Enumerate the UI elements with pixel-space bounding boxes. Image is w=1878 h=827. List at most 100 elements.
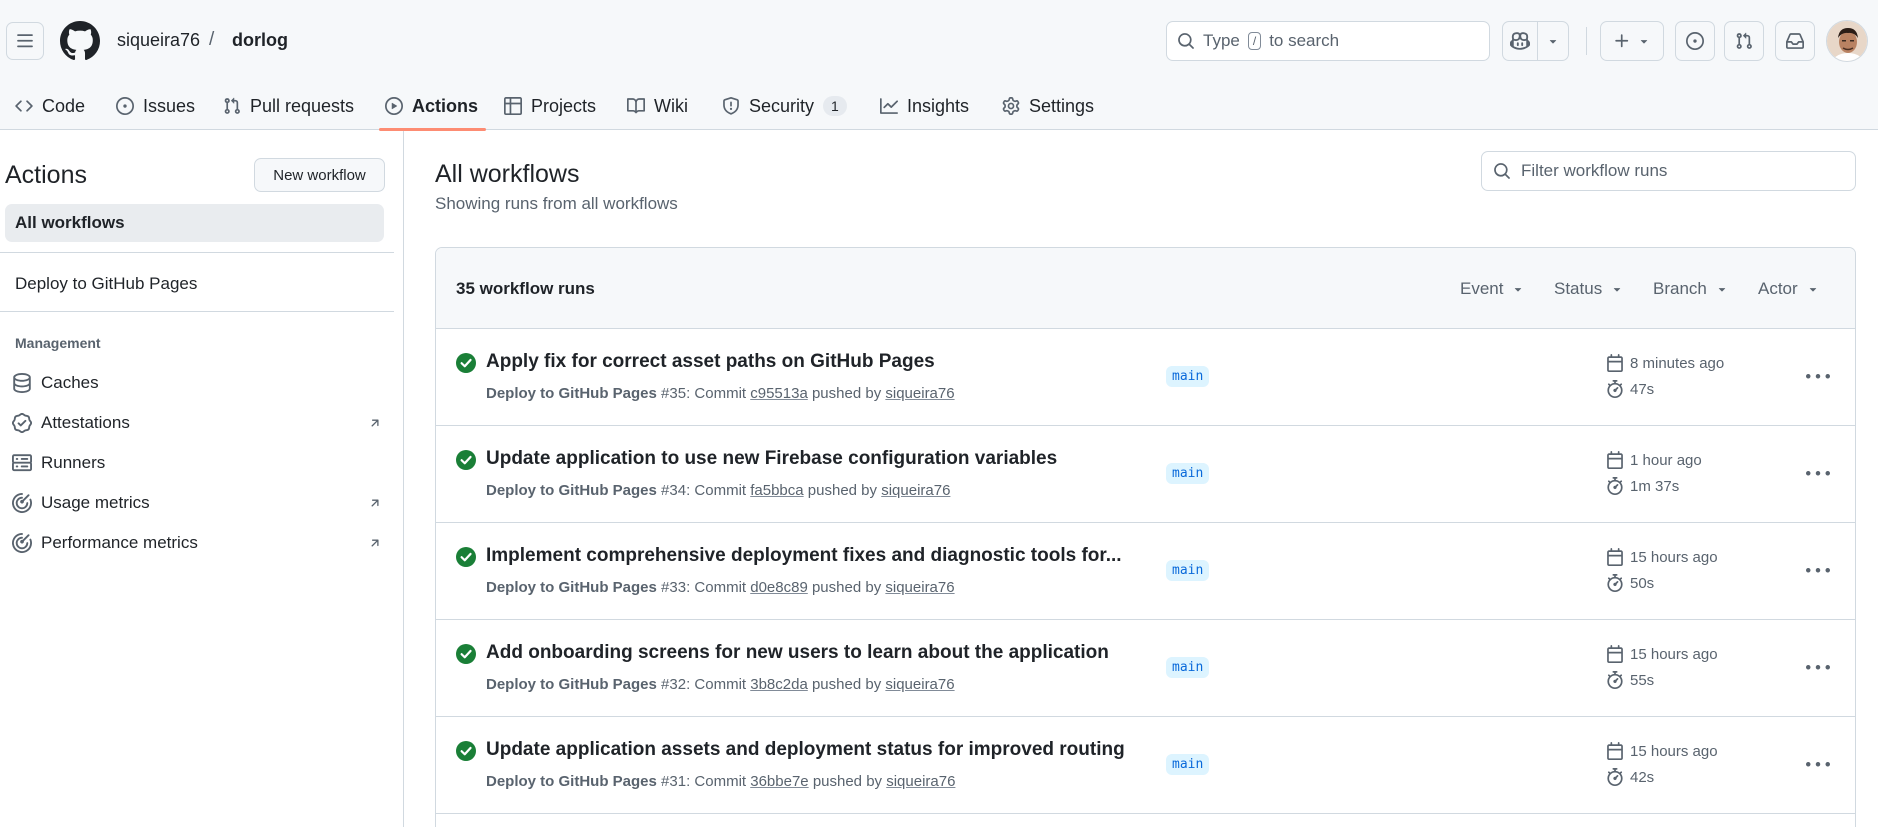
workflow-run-row[interactable]: Update application to use new Firebase c… (436, 426, 1855, 523)
meter-icon (12, 493, 32, 513)
run-duration-value: 47s (1630, 380, 1655, 398)
sidebar-divider (0, 252, 394, 253)
run-commit-sha[interactable]: 36bbe7e (750, 773, 808, 790)
branch-badge[interactable]: main (1166, 463, 1210, 484)
tab-insights[interactable]: Insights (880, 82, 969, 130)
run-meta: Deploy to GitHub Pages #35: Commit c9551… (486, 385, 955, 402)
run-meta: Deploy to GitHub Pages #31: Commit 36bbe… (486, 773, 955, 790)
tab-insights-label: Insights (907, 95, 970, 116)
workflow-run-row[interactable]: Apply fix for correct asset paths on Git… (436, 329, 1855, 426)
run-commit-sha[interactable]: 3b8c2da (750, 676, 808, 693)
event-filter-dropdown[interactable]: Event (1460, 279, 1525, 299)
run-commit-sha[interactable]: fa5bbca (750, 482, 803, 499)
tab-pull-requests[interactable]: Pull requests (223, 82, 354, 130)
workflow-run-row[interactable]: Update application assets and deployment… (436, 717, 1855, 814)
sidebar-item-all-workflows[interactable]: All workflows (5, 204, 384, 242)
branch-badge[interactable]: main (1166, 560, 1210, 581)
run-commit-sha[interactable]: c95513a (750, 385, 808, 402)
copilot-button[interactable] (1502, 21, 1538, 61)
run-actor[interactable]: siqueira76 (885, 579, 954, 596)
workflow-run-row[interactable]: Implement comprehensive deployment fixes… (436, 523, 1855, 620)
tab-settings[interactable]: Settings (1002, 82, 1094, 130)
run-actor[interactable]: siqueira76 (885, 676, 954, 693)
run-actor[interactable]: siqueira76 (885, 385, 954, 402)
search-input[interactable]: Type / to search (1166, 21, 1490, 61)
actor-filter-dropdown[interactable]: Actor (1758, 279, 1820, 299)
tab-security[interactable]: Security 1 (722, 82, 847, 130)
gear-icon (1002, 97, 1020, 115)
run-title[interactable]: Implement comprehensive deployment fixes… (486, 545, 1122, 567)
sidebar-item-usage-metrics[interactable]: Usage metrics (12, 488, 382, 518)
run-pushed-by: pushed by (812, 773, 883, 790)
tab-code-label: Code (42, 95, 86, 116)
kebab-horizontal-icon[interactable] (1806, 462, 1830, 486)
branch-filter-dropdown[interactable]: Branch (1653, 279, 1729, 299)
run-meta: Deploy to GitHub Pages #32: Commit 3b8c2… (486, 676, 955, 693)
run-actor[interactable]: siqueira76 (881, 482, 950, 499)
new-workflow-button[interactable]: New workflow (254, 158, 385, 192)
calendar-icon (1607, 645, 1623, 663)
breadcrumb-owner[interactable]: siqueira76 (117, 30, 200, 51)
run-duration-value: 55s (1630, 671, 1655, 689)
sidebar-item-performance-metrics[interactable]: Performance metrics (12, 528, 382, 558)
tab-projects-label: Projects (531, 95, 597, 116)
run-duration: 55s (1606, 671, 1654, 689)
tab-issues[interactable]: Issues (116, 82, 195, 130)
run-date: 8 minutes ago (1606, 354, 1724, 372)
tab-actions[interactable]: Actions (378, 82, 487, 131)
top-bar: siqueira76 / dorlog Type / to search (0, 0, 1878, 82)
notifications-button[interactable] (1775, 21, 1815, 61)
run-duration: 1m 37s (1606, 477, 1679, 495)
run-when: 15 hours ago (1630, 548, 1718, 566)
workflow-run-row[interactable]: Add onboarding screens for new users to … (436, 620, 1855, 717)
search-icon (1178, 33, 1194, 49)
hamburger-icon (17, 34, 33, 48)
run-actor[interactable]: siqueira76 (886, 773, 955, 790)
sidebar-item-caches[interactable]: Caches (12, 368, 382, 398)
branch-badge[interactable]: main (1166, 366, 1210, 387)
run-commit-label: : Commit (686, 579, 747, 596)
breadcrumb-repo[interactable]: dorlog (232, 30, 288, 51)
tab-pull-requests-label: Pull requests (250, 95, 355, 116)
pull-request-icon (224, 97, 240, 114)
tab-wiki[interactable]: Wiki (627, 82, 688, 130)
triangle-down-icon (1549, 40, 1557, 44)
triangle-down-icon (1640, 40, 1648, 44)
run-title[interactable]: Add onboarding screens for new users to … (486, 642, 1109, 664)
kebab-horizontal-icon[interactable] (1806, 365, 1830, 389)
menu-button[interactable] (6, 22, 44, 60)
create-new-button[interactable] (1600, 21, 1664, 61)
security-count-badge: 1 (823, 96, 847, 116)
app-header: siqueira76 / dorlog Type / to search Cod… (0, 0, 1878, 131)
server-icon (12, 454, 32, 472)
filter-workflow-runs-input[interactable]: Filter workflow runs (1481, 151, 1856, 191)
your-pull-requests-button[interactable] (1724, 21, 1764, 61)
kebab-horizontal-icon[interactable] (1806, 656, 1830, 680)
your-issues-button[interactable] (1675, 21, 1715, 61)
tab-projects[interactable]: Projects (504, 82, 596, 130)
run-title[interactable]: Update application to use new Firebase c… (486, 448, 1057, 470)
kebab-horizontal-icon[interactable] (1806, 753, 1830, 777)
sidebar-item-deploy-to-github-pages[interactable]: Deploy to GitHub Pages (15, 274, 197, 294)
user-avatar[interactable] (1826, 20, 1868, 62)
sidebar-item-attestations[interactable]: Attestations (12, 408, 382, 438)
branch-badge[interactable]: main (1166, 754, 1210, 775)
performance-metrics-label: Performance metrics (41, 533, 198, 552)
run-date: 1 hour ago (1606, 451, 1702, 469)
copilot-dropdown-button[interactable] (1537, 21, 1569, 61)
kebab-horizontal-icon[interactable] (1806, 559, 1830, 583)
run-title[interactable]: Apply fix for correct asset paths on Git… (486, 351, 935, 373)
branch-badge[interactable]: main (1166, 657, 1210, 678)
run-commit-label: : Commit (686, 773, 747, 790)
github-logo-icon[interactable] (60, 21, 100, 61)
triangle-down-icon (1718, 288, 1726, 292)
success-check-icon (456, 547, 476, 567)
sidebar-item-runners[interactable]: Runners (12, 448, 382, 478)
run-title[interactable]: Update application assets and deployment… (486, 739, 1125, 761)
tab-code[interactable]: Code (15, 82, 85, 130)
status-filter-dropdown[interactable]: Status (1554, 279, 1624, 299)
run-meta: Deploy to GitHub Pages #34: Commit fa5bb… (486, 482, 950, 499)
run-commit-sha[interactable]: d0e8c89 (750, 579, 808, 596)
calendar-icon (1607, 548, 1623, 566)
run-pushed-by: pushed by (807, 482, 878, 499)
